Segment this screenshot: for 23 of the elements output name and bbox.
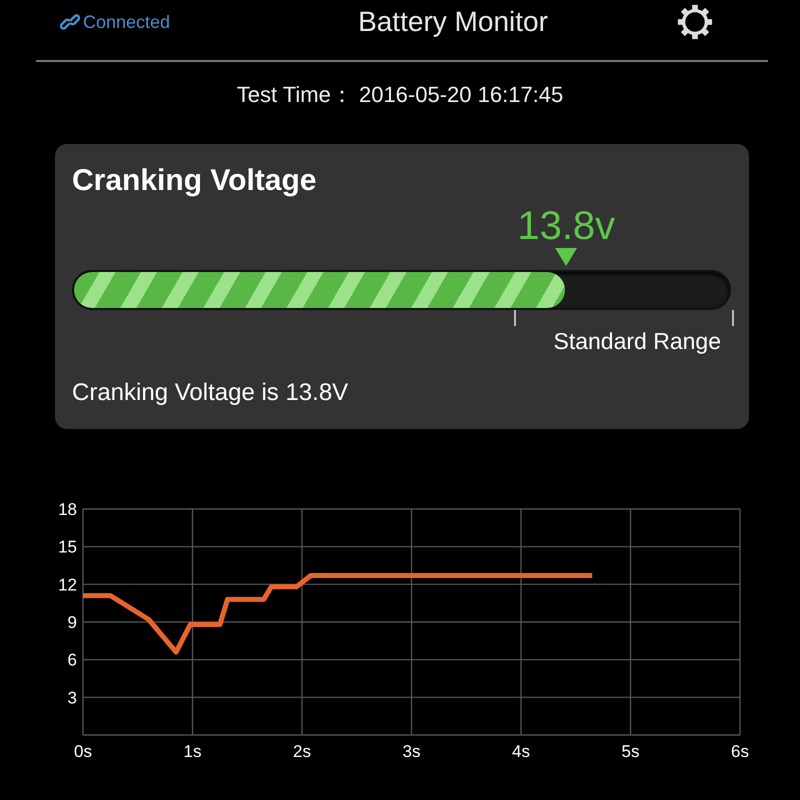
voltage-summary: Cranking Voltage is 13.8V — [72, 379, 350, 407]
pointer-icon — [555, 248, 578, 266]
x-tick-label: 5s — [622, 742, 640, 761]
y-tick-label: 9 — [68, 613, 77, 632]
screen-title: Battery Monitor — [357, 6, 549, 38]
link-icon — [60, 12, 80, 32]
x-tick-label: 3s — [402, 742, 420, 761]
x-tick-label: 6s — [731, 742, 749, 761]
y-tick-label: 6 — [68, 650, 77, 670]
test-time: Test Time： 2016-05-20 16:17:45 — [236, 81, 564, 109]
y-tick-label: 15 — [58, 538, 77, 557]
x-tick-label: 1s — [184, 742, 202, 761]
settings-icon[interactable] — [676, 3, 714, 41]
y-tick-label: 18 — [58, 500, 77, 519]
y-tick-label: 12 — [58, 575, 77, 594]
y-tick-label: 3 — [68, 688, 77, 708]
card-title: Cranking Voltage — [72, 164, 318, 198]
x-tick-label: 0s — [74, 742, 92, 761]
connection-label: Connected — [83, 12, 170, 32]
x-tick-label: 4s — [512, 742, 530, 761]
range-label: Standard Range — [553, 328, 721, 355]
x-tick-label: 2s — [293, 742, 311, 761]
voltage-reading: 13.8v — [517, 206, 616, 246]
